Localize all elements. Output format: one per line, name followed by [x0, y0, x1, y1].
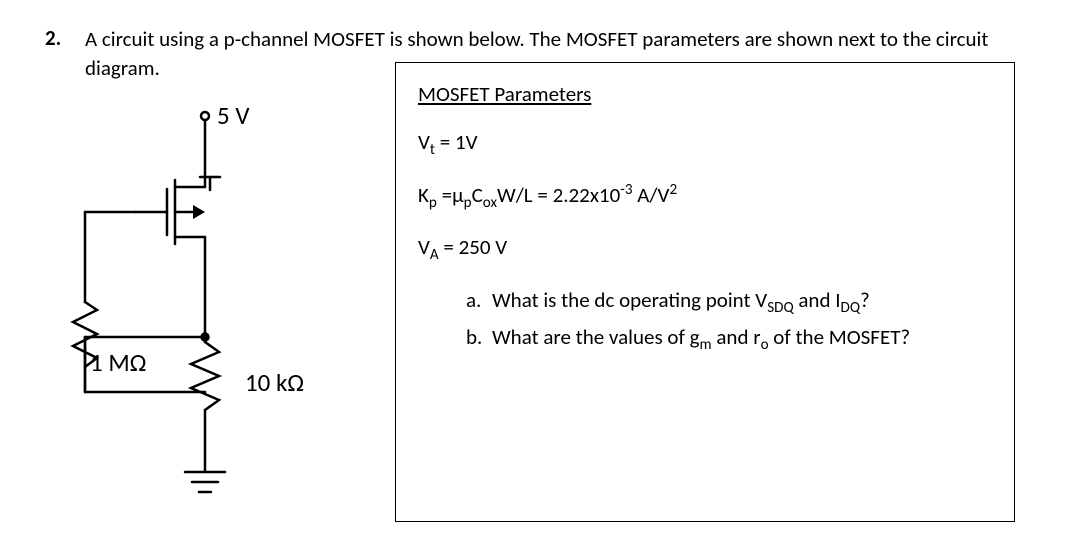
param-kp: Kp =µpCoxW/L = 2.22x10-3 A/V2 [418, 181, 992, 212]
supply-voltage-label: 5 V [217, 100, 250, 131]
question-b: b. What are the values of gm and ro of t… [466, 323, 992, 356]
question-list: a. What is the dc operating point VSDQ a… [466, 286, 992, 355]
resistor-2-label: 10 kΩ [245, 367, 304, 398]
circuit-svg [45, 92, 375, 522]
question-a: a. What is the dc operating point VSDQ a… [466, 286, 992, 319]
problem-number: 2. [45, 25, 73, 51]
param-vt: Vt = 1V [418, 129, 992, 159]
parameters-box: MOSFET Parameters Vt = 1V Kp =µpCoxW/L =… [395, 62, 1015, 522]
parameters-title: MOSFET Parameters [418, 81, 992, 107]
param-va: VA = 250 V [418, 234, 992, 264]
main-content: 5 V 1 MΩ 10 kΩ MOSFET Parameters Vt = 1V… [45, 92, 1046, 522]
resistor-1-label: 1 MΩ [90, 347, 146, 378]
circuit-diagram: 5 V 1 MΩ 10 kΩ [45, 92, 375, 522]
